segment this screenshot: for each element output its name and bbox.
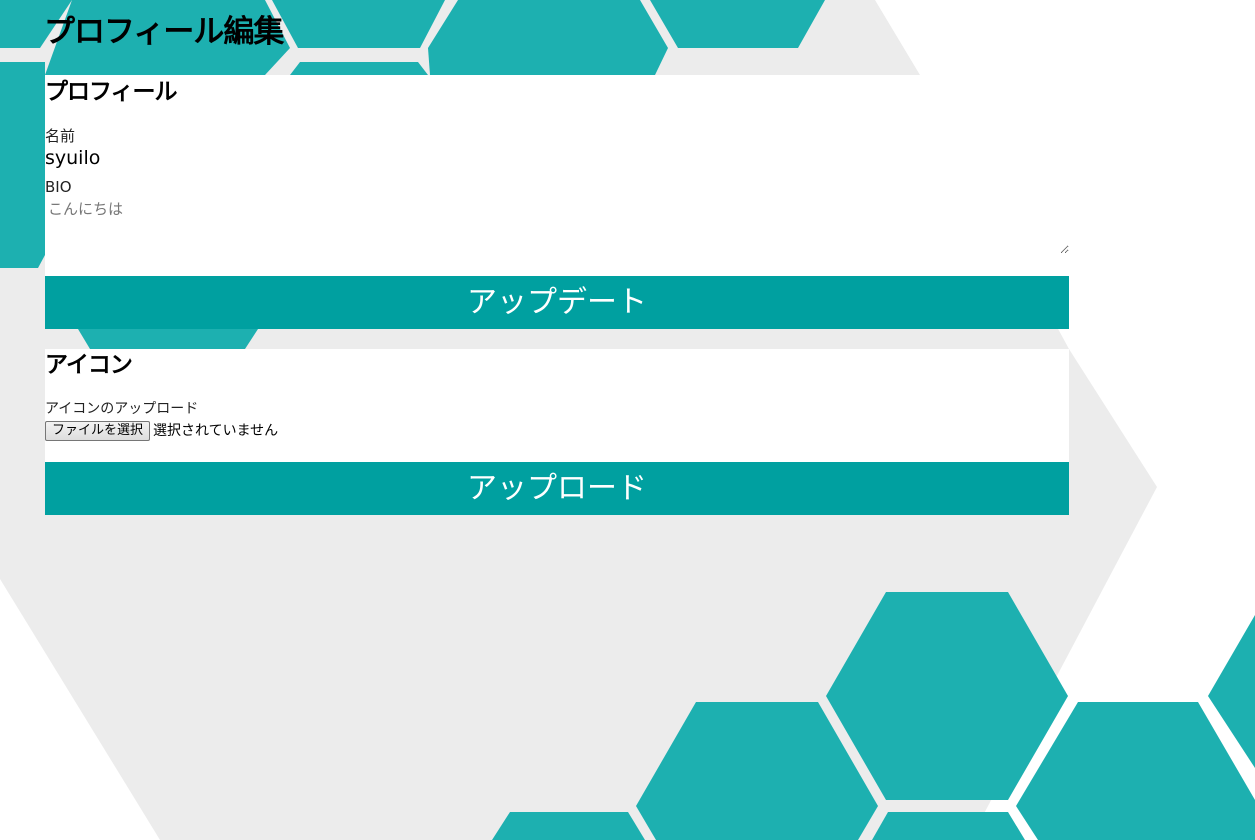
- update-button[interactable]: アップデート: [45, 276, 1069, 329]
- profile-section-title: プロフィール: [45, 79, 178, 105]
- profile-section: プロフィール 名前 syuilo BIO: [45, 75, 1069, 276]
- name-label: 名前: [45, 127, 76, 145]
- icon-section: アイコン アイコンのアップロード ファイルを選択 選択されていません: [45, 349, 1069, 462]
- icon-upload-label: アイコンのアップロード: [45, 401, 199, 417]
- bio-textarea[interactable]: [45, 198, 1069, 254]
- file-input[interactable]: ファイルを選択 選択されていません: [45, 421, 278, 441]
- upload-button[interactable]: アップロード: [45, 462, 1069, 515]
- name-value[interactable]: syuilo: [45, 147, 100, 169]
- main-content: プロフィール編集 プロフィール 名前 syuilo BIO アップデート アイコ…: [0, 0, 1255, 840]
- page-title: プロフィール編集: [44, 14, 284, 50]
- choose-file-button[interactable]: ファイルを選択: [45, 421, 151, 441]
- file-status-text: 選択されていません: [153, 423, 279, 439]
- icon-section-title: アイコン: [45, 352, 133, 378]
- bio-label: BIO: [45, 178, 72, 196]
